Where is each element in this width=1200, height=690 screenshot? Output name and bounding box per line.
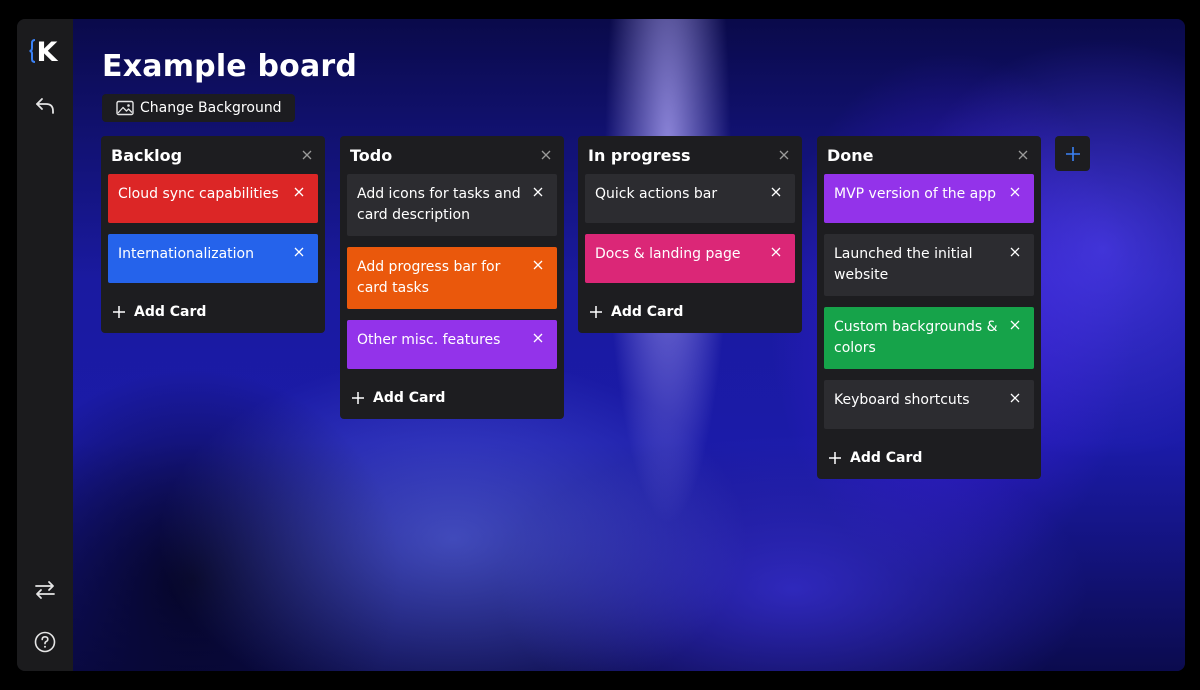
- back-button[interactable]: [25, 86, 65, 126]
- column-title: Done: [827, 145, 874, 165]
- close-icon: [533, 333, 543, 343]
- change-background-label: Change Background: [140, 100, 282, 116]
- column-header: Done: [824, 136, 1034, 174]
- delete-card-button[interactable]: [768, 184, 784, 200]
- change-background-button[interactable]: Change Background: [102, 94, 295, 122]
- close-icon: [1010, 320, 1020, 330]
- card[interactable]: Keyboard shortcuts: [824, 380, 1034, 429]
- delete-card-button[interactable]: [768, 244, 784, 260]
- card-text: Quick actions bar: [595, 186, 718, 202]
- add-card-button[interactable]: Add Card: [585, 291, 795, 333]
- card-text: MVP version of the app: [834, 186, 996, 202]
- delete-card-button[interactable]: [1007, 244, 1023, 260]
- board-area: Example board Change Background Backlog …: [73, 19, 1185, 671]
- plus-icon: [352, 392, 364, 404]
- close-icon: [533, 187, 543, 197]
- card-text: Add progress bar for card tasks: [357, 259, 501, 296]
- close-icon: [779, 150, 789, 160]
- card[interactable]: Internationalization: [108, 234, 318, 283]
- close-icon: [771, 187, 781, 197]
- column-title: In progress: [588, 145, 691, 165]
- card-text: Docs & landing page: [595, 246, 741, 262]
- switch-board-button[interactable]: [25, 570, 65, 610]
- column-title: Todo: [350, 145, 393, 165]
- back-arrow-icon: [36, 98, 54, 114]
- column-done: Done MVP version of the app Launched the…: [817, 136, 1041, 479]
- help-icon: [34, 631, 56, 653]
- card[interactable]: Custom backgrounds & colors: [824, 307, 1034, 369]
- add-card-button[interactable]: Add Card: [108, 291, 318, 333]
- plus-icon: [113, 306, 125, 318]
- close-icon: [294, 187, 304, 197]
- card[interactable]: Quick actions bar: [585, 174, 795, 223]
- add-card-label: Add Card: [373, 390, 446, 406]
- add-card-button[interactable]: Add Card: [347, 377, 557, 419]
- add-card-label: Add Card: [134, 304, 207, 320]
- plus-icon: [590, 306, 602, 318]
- add-card-button[interactable]: Add Card: [824, 437, 1034, 479]
- card-text: Keyboard shortcuts: [834, 392, 970, 408]
- card[interactable]: Cloud sync capabilities: [108, 174, 318, 223]
- app-logo[interactable]: K: [25, 31, 65, 71]
- delete-card-button[interactable]: [1007, 390, 1023, 406]
- close-icon: [302, 150, 312, 160]
- column-header: Backlog: [108, 136, 318, 174]
- help-button[interactable]: [25, 622, 65, 662]
- column-todo: Todo Add icons for tasks and card descri…: [340, 136, 564, 419]
- swap-arrows-icon: [35, 581, 55, 599]
- close-icon: [541, 150, 551, 160]
- svg-text:K: K: [37, 37, 59, 68]
- column-backlog: Backlog Cloud sync capabilities Internat…: [101, 136, 325, 333]
- card-text: Custom backgrounds & colors: [834, 319, 998, 356]
- plus-icon: [829, 452, 841, 464]
- column-header: Todo: [347, 136, 557, 174]
- plus-icon: [1065, 146, 1080, 161]
- close-icon: [1018, 150, 1028, 160]
- close-icon: [1010, 247, 1020, 257]
- add-column-button[interactable]: [1055, 136, 1090, 171]
- card-text: Internationalization: [118, 246, 254, 262]
- logo-icon: K: [29, 37, 59, 68]
- image-icon: [116, 100, 134, 116]
- delete-column-button[interactable]: [298, 146, 316, 164]
- close-icon: [294, 247, 304, 257]
- column-header: In progress: [585, 136, 795, 174]
- delete-column-button[interactable]: [775, 146, 793, 164]
- card-text: Launched the initial website: [834, 246, 973, 283]
- delete-card-button[interactable]: [530, 184, 546, 200]
- close-icon: [1010, 187, 1020, 197]
- delete-card-button[interactable]: [291, 184, 307, 200]
- column-in-progress: In progress Quick actions bar Docs & lan…: [578, 136, 802, 333]
- column-title: Backlog: [111, 145, 183, 165]
- board-title: Example board: [102, 49, 358, 84]
- delete-card-button[interactable]: [530, 257, 546, 273]
- delete-card-button[interactable]: [1007, 184, 1023, 200]
- sidebar: K: [17, 19, 73, 671]
- delete-card-button[interactable]: [1007, 317, 1023, 333]
- close-icon: [1010, 393, 1020, 403]
- card-text: Cloud sync capabilities: [118, 186, 279, 202]
- delete-column-button[interactable]: [1014, 146, 1032, 164]
- delete-card-button[interactable]: [530, 330, 546, 346]
- delete-column-button[interactable]: [537, 146, 555, 164]
- card[interactable]: Launched the initial website: [824, 234, 1034, 296]
- card[interactable]: Other misc. features: [347, 320, 557, 369]
- card[interactable]: Docs & landing page: [585, 234, 795, 283]
- card-text: Add icons for tasks and card description: [357, 186, 521, 223]
- add-card-label: Add Card: [850, 450, 923, 466]
- close-icon: [771, 247, 781, 257]
- card[interactable]: MVP version of the app: [824, 174, 1034, 223]
- card[interactable]: Add icons for tasks and card description: [347, 174, 557, 236]
- add-card-label: Add Card: [611, 304, 684, 320]
- app-window: K Example board Change Background Backlo…: [17, 19, 1185, 671]
- card[interactable]: Add progress bar for card tasks: [347, 247, 557, 309]
- delete-card-button[interactable]: [291, 244, 307, 260]
- close-icon: [533, 260, 543, 270]
- card-text: Other misc. features: [357, 332, 501, 348]
